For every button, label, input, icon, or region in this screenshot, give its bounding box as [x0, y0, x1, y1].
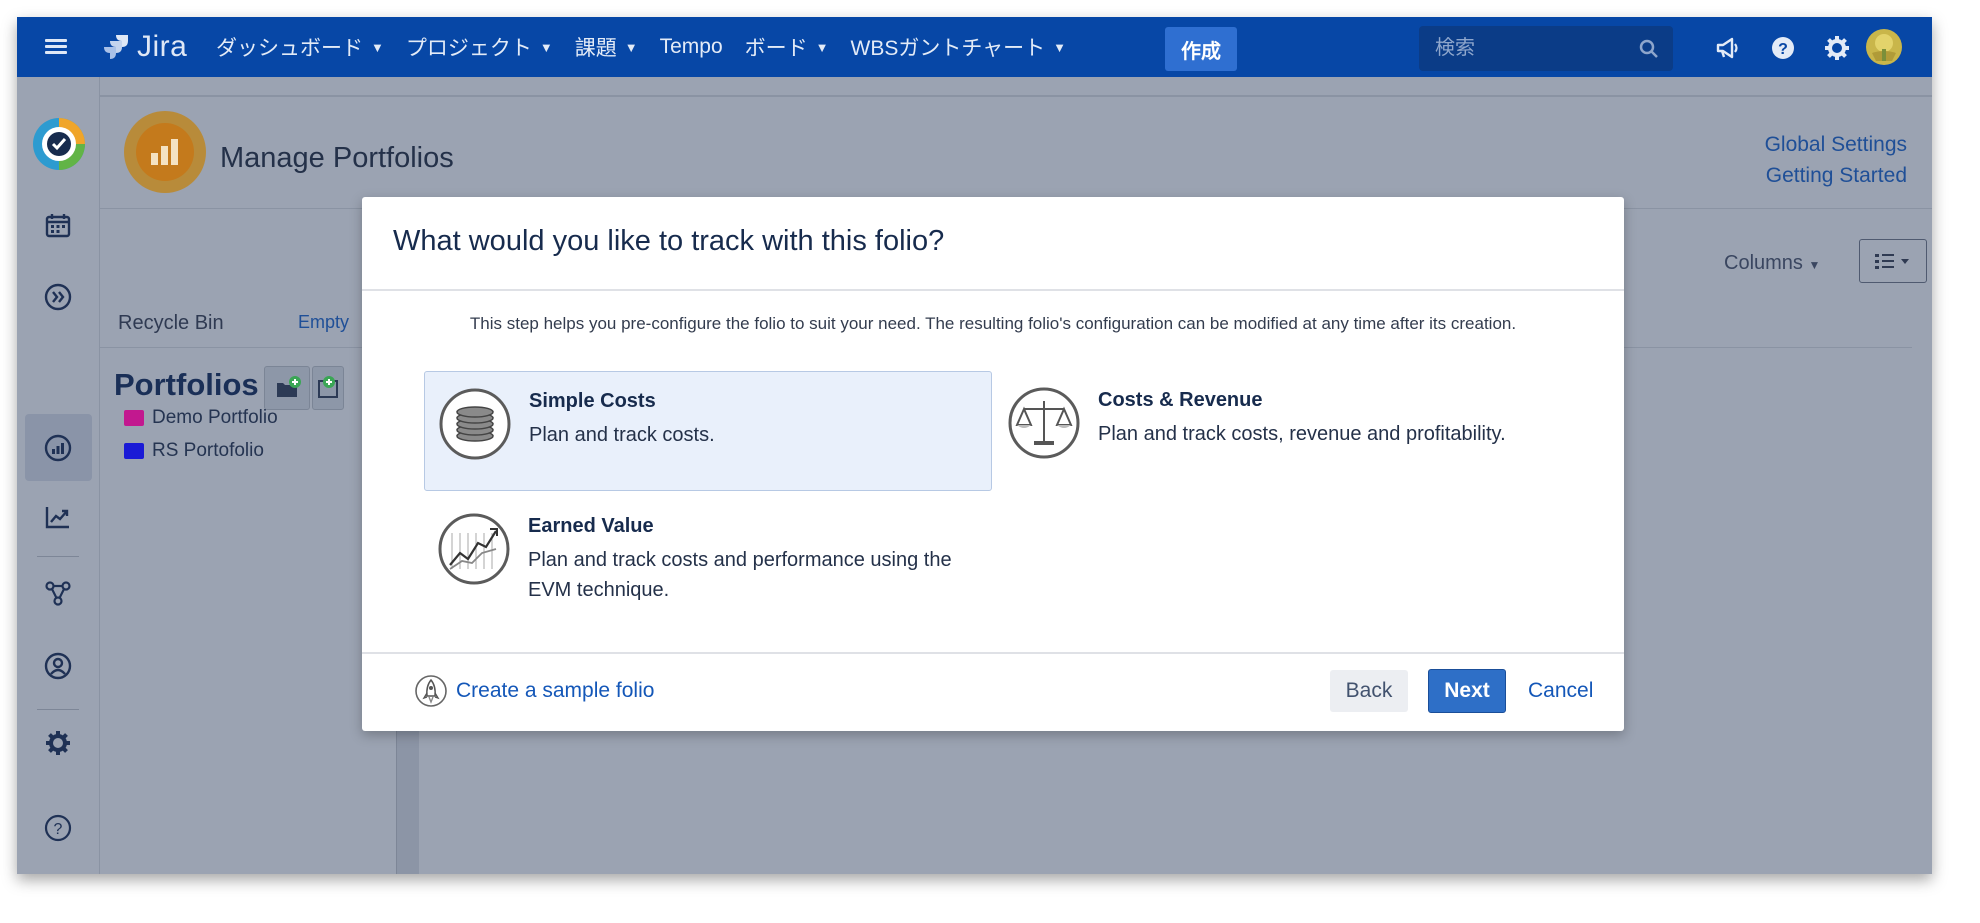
network-nodes-icon[interactable] [44, 579, 72, 607]
create-button[interactable]: 作成 [1165, 27, 1237, 71]
option-title: Costs & Revenue [1098, 389, 1263, 411]
portfolios-heading: Portfolios [114, 367, 259, 402]
option-earned-value[interactable]: Earned Value Plan and track costs and pe… [424, 497, 990, 615]
search-box [1419, 26, 1673, 71]
nav-item-boards[interactable]: ボード ▼ [745, 32, 829, 62]
nav-item-wbs-gantt[interactable]: WBSガントチャート ▼ [851, 32, 1067, 62]
search-icon[interactable] [1639, 39, 1659, 59]
help-circle-icon[interactable]: ? [44, 814, 72, 842]
portfolio-logo-inner [136, 123, 194, 181]
option-description: Plan and track costs, revenue and profit… [1098, 423, 1506, 445]
list-view-icon [1875, 254, 1909, 269]
bar-chart-icon [151, 139, 178, 165]
dialog-footer-divider [362, 652, 1624, 654]
nav-item-label: Tempo [659, 35, 723, 58]
user-circle-icon[interactable] [44, 652, 72, 680]
rocket-circle-icon[interactable] [414, 674, 448, 708]
folder-icon [124, 443, 144, 459]
header-divider [100, 95, 1932, 97]
jira-logo-text: Jira [137, 30, 188, 63]
add-item-icon [318, 376, 338, 398]
tree-item-label: RS Portofolio [152, 440, 264, 461]
option-title: Simple Costs [529, 390, 656, 412]
dialog-description: This step helps you pre-configure the fo… [469, 314, 1517, 333]
svg-text:?: ? [1778, 41, 1788, 58]
dialog-title: What would you like to track with this f… [393, 225, 945, 257]
app-window: Jira ダッシュボード ▼ プロジェクト ▼ 課題 ▼ Tempo ボード ▼ WBS… [17, 17, 1932, 874]
global-settings-link[interactable]: Global Settings [1765, 129, 1907, 160]
tree-item-label: Demo Portfolio [152, 407, 278, 428]
nav-menu: ダッシュボード ▼ プロジェクト ▼ 課題 ▼ Tempo ボード ▼ WBSガントチャ… [216, 17, 1088, 77]
sidebar-divider [37, 556, 79, 557]
create-sample-folio-link[interactable]: Create a sample folio [456, 679, 654, 703]
trend-line-icon[interactable] [44, 503, 72, 531]
add-folder-icon [277, 376, 301, 397]
nav-item-projects[interactable]: プロジェクト ▼ [406, 32, 553, 62]
nav-item-label: 課題 [574, 37, 617, 60]
caret-down-icon: ▼ [1808, 258, 1821, 272]
user-avatar[interactable] [1864, 27, 1904, 67]
option-title: Earned Value [528, 515, 654, 537]
tree-item-demo-portfolio[interactable]: Demo Portfolio [124, 407, 278, 429]
cancel-button[interactable]: Cancel [1528, 679, 1593, 703]
add-item-button[interactable] [312, 366, 344, 410]
columns-label: Columns [1724, 252, 1803, 274]
nav-item-label: ボード [744, 37, 808, 60]
columns-dropdown[interactable]: Columns ▼ [1724, 252, 1820, 275]
admin-gear-icon[interactable] [44, 729, 72, 757]
app-sidebar: ? [17, 77, 100, 874]
sidebar-divider [37, 709, 79, 710]
option-description: Plan and track costs. [529, 424, 715, 446]
jira-logo-icon [104, 35, 128, 59]
nav-item-label: プロジェクト [405, 37, 532, 60]
trend-chart-icon [438, 513, 510, 585]
chevron-down-icon: ▼ [815, 39, 829, 55]
coins-icon [439, 388, 511, 460]
help-icon[interactable]: ? [1769, 34, 1797, 62]
view-options-button[interactable] [1859, 239, 1927, 283]
header-links: Global Settings Getting Started [1765, 129, 1907, 191]
nav-item-issues[interactable]: 課題 ▼ [575, 32, 638, 62]
recycle-bin-label[interactable]: Recycle Bin [118, 312, 224, 335]
empty-recycle-link[interactable]: Empty [298, 312, 349, 333]
chevron-down-icon: ▼ [539, 39, 553, 55]
portfolio-chart-icon[interactable] [44, 434, 72, 462]
forward-circle-icon[interactable] [44, 283, 72, 311]
nav-item-dashboard[interactable]: ダッシュボード ▼ [216, 32, 384, 62]
add-folder-button[interactable] [264, 366, 310, 410]
jira-logo[interactable]: Jira [101, 30, 188, 63]
nav-item-tempo[interactable]: Tempo [660, 35, 723, 59]
option-costs-revenue[interactable]: Costs & Revenue Plan and track costs, re… [994, 371, 1560, 489]
tree-item-rs-portofolio[interactable]: RS Portofolio [124, 440, 264, 462]
calendar-icon[interactable] [44, 211, 72, 239]
search-input[interactable] [1433, 36, 1627, 61]
app-logo-icon[interactable] [31, 116, 87, 172]
next-button[interactable]: Next [1428, 669, 1506, 713]
hamburger-menu-icon[interactable] [45, 36, 67, 58]
nav-item-label: WBSガントチャート [850, 37, 1046, 60]
getting-started-link[interactable]: Getting Started [1765, 160, 1907, 191]
page-title: Manage Portfolios [220, 142, 454, 174]
top-navigation-bar: Jira ダッシュボード ▼ プロジェクト ▼ 課題 ▼ Tempo ボード ▼ WBS… [17, 17, 1932, 77]
svg-text:?: ? [54, 821, 63, 838]
folio-type-dialog: What would you like to track with this f… [362, 197, 1624, 731]
back-button[interactable]: Back [1330, 670, 1408, 712]
nav-item-label: ダッシュボード [216, 37, 363, 60]
scale-icon [1008, 387, 1080, 459]
chevron-down-icon: ▼ [371, 39, 384, 55]
settings-gear-icon[interactable] [1823, 34, 1851, 62]
dialog-header-divider [362, 289, 1624, 291]
option-description: Plan and track costs and performance usi… [528, 549, 952, 601]
folder-icon [124, 410, 144, 426]
portfolio-app-logo [124, 111, 206, 193]
chevron-down-icon: ▼ [624, 39, 638, 55]
megaphone-icon[interactable] [1714, 34, 1742, 62]
chevron-down-icon: ▼ [1053, 39, 1067, 55]
option-simple-costs[interactable]: Simple Costs Plan and track costs. [424, 371, 992, 491]
